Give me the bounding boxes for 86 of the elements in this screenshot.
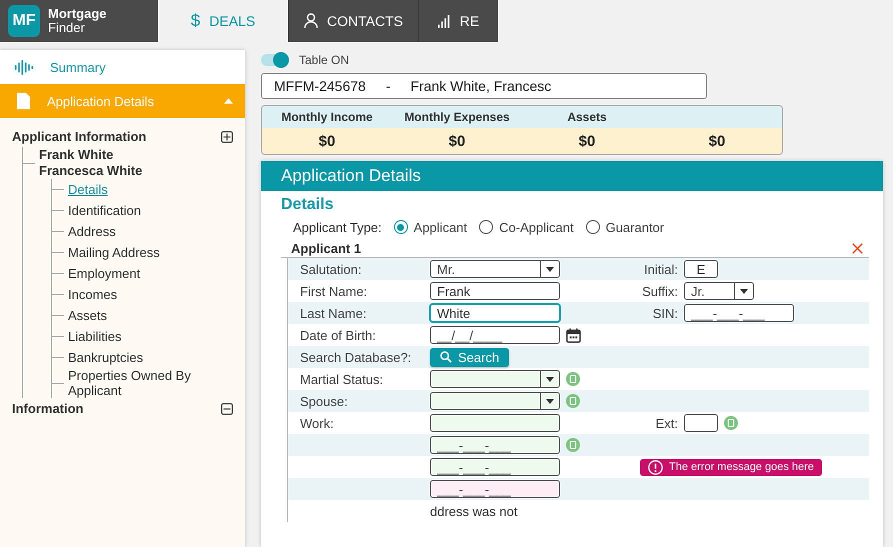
tree-link[interactable]: Liabilities	[68, 329, 122, 344]
applicant-names: Frank White, Francesc	[410, 78, 552, 94]
text-field[interactable]: Frank	[430, 282, 560, 300]
error-message: The error message goes here	[669, 460, 814, 474]
text-field[interactable]: White	[430, 304, 560, 322]
tree-item[interactable]: Francesca White	[39, 163, 142, 179]
caret-down-icon	[546, 398, 554, 404]
nav-tab[interactable]: RE	[418, 0, 498, 42]
column-header: Monthly Expenses	[392, 106, 522, 128]
tree-item[interactable]: Information	[12, 401, 84, 416]
field-label: Martial Status:	[300, 372, 384, 386]
text-field[interactable]	[684, 414, 718, 432]
deal-number: MFFM-245678	[274, 78, 366, 94]
input-field[interactable]: ___-___-___	[430, 480, 560, 498]
table-cell: $0	[262, 128, 392, 154]
radio-label[interactable]: Co-Applicant	[499, 220, 574, 234]
collapse-icon[interactable]	[221, 402, 233, 414]
input-field[interactable]: __/__/____	[430, 326, 560, 344]
radio-label[interactable]: Applicant	[414, 220, 468, 234]
section-heading: Details	[281, 196, 334, 214]
table-cell: $0	[522, 128, 652, 154]
field-label: Spouse:	[300, 394, 348, 408]
table-toggle[interactable]	[261, 54, 289, 66]
tree-link[interactable]: Properties Owned By Applicant	[68, 368, 233, 398]
field-label: Suffix:	[642, 284, 678, 298]
radio-button[interactable]	[394, 220, 408, 234]
tree-link[interactable]: Address	[68, 224, 116, 239]
panel-title: Application Details	[261, 161, 883, 191]
column-header: Monthly Income	[262, 106, 392, 128]
separator: -	[386, 78, 390, 94]
logo-subname: Finder	[48, 21, 85, 35]
group-legend: Applicant 1	[281, 240, 362, 256]
person-icon	[304, 13, 318, 29]
tree-item[interactable]: Frank White	[39, 147, 142, 163]
table-cell: $0	[392, 128, 522, 154]
radio-button[interactable]	[586, 220, 600, 234]
caret-down-icon	[740, 288, 748, 294]
toggle-label: Table ON	[299, 53, 350, 67]
search-button[interactable]: Search	[430, 348, 510, 366]
field-label: Ext:	[656, 416, 678, 430]
field-label: SIN:	[652, 306, 678, 320]
close-icon[interactable]	[852, 242, 863, 254]
tree-item[interactable]: Applicant Information	[12, 129, 146, 144]
text-field[interactable]: E	[684, 260, 718, 278]
tree-link[interactable]: Assets	[68, 308, 108, 323]
document-icon	[16, 92, 31, 110]
input-field[interactable]: ___-___-___	[684, 304, 794, 322]
waveform-icon	[14, 58, 34, 76]
dropdown[interactable]	[430, 392, 560, 410]
dropdown[interactable]: Mr.	[430, 260, 560, 278]
column-header: Assets	[522, 106, 652, 128]
text-field[interactable]	[430, 414, 560, 432]
tree-link[interactable]: Details	[68, 182, 108, 197]
expand-icon[interactable]	[221, 130, 233, 142]
logo-mark: MF	[8, 5, 40, 37]
radio-button[interactable]	[479, 220, 494, 234]
dropdown[interactable]: Jr.	[684, 282, 754, 300]
input-field[interactable]: ___-___-___	[430, 458, 560, 476]
table-cell: $0	[652, 128, 782, 154]
field-label: Applicant Type:	[293, 220, 382, 234]
tree-link[interactable]: Employment	[68, 266, 140, 281]
field-label: Work:	[300, 416, 334, 430]
dollar-icon: $	[190, 11, 200, 31]
tree-link[interactable]: Incomes	[68, 287, 118, 302]
alert-icon	[648, 460, 663, 474]
nav-tab[interactable]: CONTACTS	[288, 0, 418, 42]
caret-down-icon	[546, 376, 554, 382]
field-label: Salutation:	[300, 262, 362, 276]
field-label: Initial:	[644, 262, 678, 276]
calendar-icon[interactable]	[566, 328, 581, 342]
signal-bars-icon	[438, 14, 451, 28]
tree-link[interactable]: Identification	[68, 203, 141, 218]
logo-name: Mortgage	[48, 7, 106, 21]
input-field[interactable]: ___-___-___	[430, 436, 560, 454]
search-icon	[440, 351, 452, 363]
tree-link[interactable]: Mailing Address	[68, 245, 160, 260]
message-text: ddress was not	[430, 504, 518, 518]
tree-link[interactable]: Bankruptcies	[68, 350, 144, 365]
field-label: Last Name:	[300, 306, 366, 320]
caret-down-icon	[546, 266, 554, 272]
radio-label[interactable]: Guarantor	[606, 220, 664, 234]
field-label: Search Database?:	[300, 350, 412, 364]
field-label: First Name:	[300, 284, 368, 298]
dropdown[interactable]	[430, 370, 560, 388]
caret-up-icon	[224, 98, 233, 104]
field-label: Date of Birth:	[300, 328, 376, 342]
